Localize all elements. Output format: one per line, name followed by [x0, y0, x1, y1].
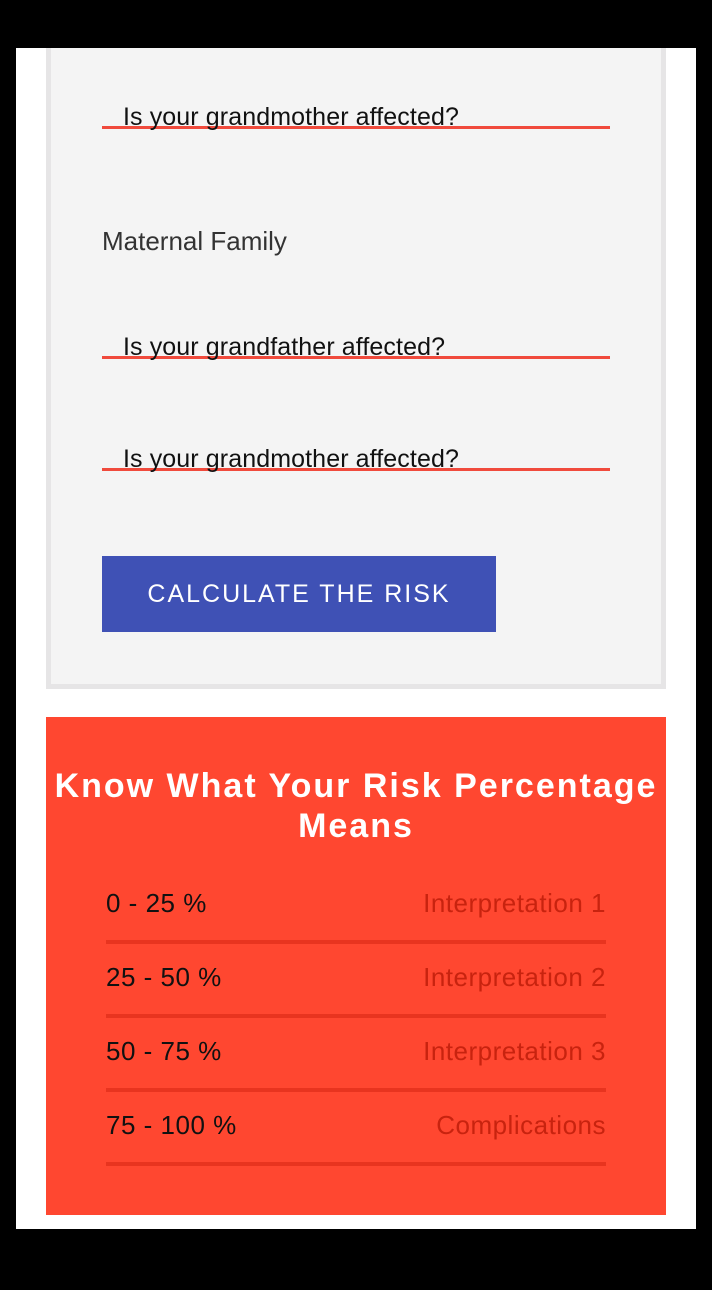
maternal-grandfather-question: Is your grandfather affected?	[123, 333, 446, 361]
risk-row: 25 - 50 % Interpretation 2	[106, 944, 606, 1018]
risk-row: 75 - 100 % Complications	[106, 1092, 606, 1166]
paternal-grandmother-field[interactable]: Is your grandmother affected?	[102, 86, 610, 131]
risk-range: 0 - 25 %	[106, 888, 207, 918]
risk-interpretation: Interpretation 3	[423, 1036, 606, 1066]
risk-range: 75 - 100 %	[106, 1110, 237, 1140]
risk-row: 0 - 25 % Interpretation 1	[106, 870, 606, 944]
risk-info-card: Know What Your Risk Percentage Means 0 -…	[46, 717, 666, 1215]
risk-interpretation: Interpretation 1	[423, 888, 606, 918]
risk-interpretation: Complications	[436, 1110, 606, 1140]
calculate-risk-button[interactable]: CALCULATE THE RISK	[102, 556, 496, 632]
risk-interpretation: Interpretation 2	[423, 962, 606, 992]
maternal-grandmother-field[interactable]: Is your grandmother affected?	[102, 428, 610, 473]
page-container: Is your grandmother affected? Maternal F…	[16, 48, 696, 1229]
risk-form-card: Is your grandmother affected? Maternal F…	[46, 48, 666, 689]
risk-range: 25 - 50 %	[106, 962, 222, 992]
paternal-grandmother-question: Is your grandmother affected?	[123, 103, 459, 131]
risk-range: 50 - 75 %	[106, 1036, 222, 1066]
risk-info-title: Know What Your Risk Percentage Means	[54, 767, 658, 845]
maternal-grandfather-field[interactable]: Is your grandfather affected?	[102, 316, 610, 361]
maternal-grandmother-question: Is your grandmother affected?	[123, 445, 459, 473]
risk-row: 50 - 75 % Interpretation 3	[106, 1018, 606, 1092]
maternal-family-label: Maternal Family	[102, 226, 287, 256]
